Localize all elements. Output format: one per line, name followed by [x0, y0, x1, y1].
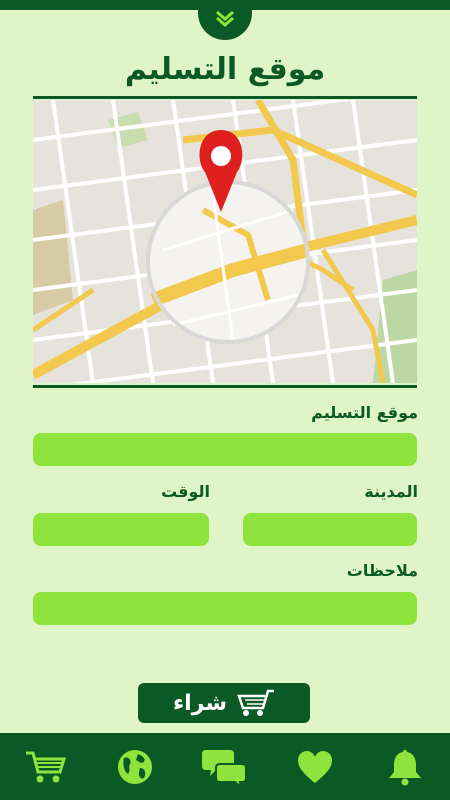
nav-favorites[interactable]	[292, 744, 338, 790]
notes-input[interactable]	[33, 592, 417, 625]
globe-icon	[118, 749, 152, 784]
cart-icon	[26, 751, 66, 782]
buy-button[interactable]: شراء	[138, 683, 310, 723]
title-divider	[33, 96, 417, 99]
chat-icon	[202, 749, 247, 788]
bottom-nav	[0, 733, 450, 800]
city-input[interactable]	[243, 513, 417, 546]
bell-icon	[389, 749, 421, 785]
delivery-location-input[interactable]	[33, 433, 417, 466]
city-label: المدينة	[364, 482, 418, 501]
buy-button-label: شراء	[172, 690, 228, 716]
notes-label: ملاحظات	[346, 561, 418, 580]
delivery-map[interactable]	[33, 100, 417, 383]
page-title: موقع التسليم	[124, 52, 326, 87]
nav-cart[interactable]	[22, 744, 68, 790]
map-divider	[33, 385, 417, 388]
chevron-down-icon	[216, 10, 234, 27]
delivery-location-label: موقع التسليم	[311, 403, 418, 422]
time-label: الوقت	[161, 482, 210, 501]
collapse-tab[interactable]	[198, 0, 252, 40]
nav-chat[interactable]	[202, 744, 248, 790]
nav-globe[interactable]	[112, 744, 158, 790]
time-input[interactable]	[33, 513, 209, 546]
nav-notifications[interactable]	[382, 744, 428, 790]
heart-icon	[298, 750, 332, 783]
map-graphic	[33, 100, 417, 383]
cart-icon	[237, 689, 275, 716]
